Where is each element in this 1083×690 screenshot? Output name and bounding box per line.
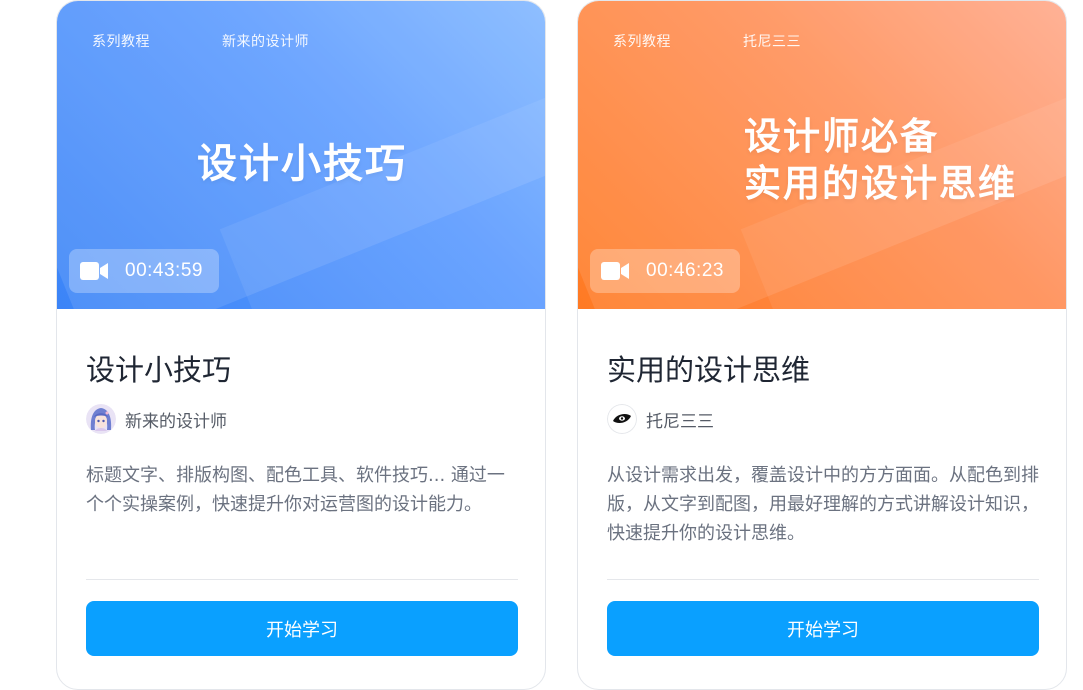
cover-author-tag: 新来的设计师 (222, 34, 309, 50)
cover-title-line: 设计师必备 (744, 115, 939, 158)
cover-title-line: 设计小技巧 (197, 141, 407, 187)
divider (86, 579, 518, 580)
cover-author-tag: 托尼三三 (743, 34, 801, 50)
author-row[interactable]: 新来的设计师 (86, 403, 227, 435)
author-avatar[interactable] (607, 404, 637, 434)
divider (607, 579, 1039, 580)
cover-title-line: 实用的设计思维 (744, 162, 1017, 205)
author-avatar[interactable] (86, 404, 116, 434)
duration-badge: 00:43:59 (69, 249, 219, 293)
anime-character-avatar-icon (86, 404, 116, 434)
course-description: 标题文字、排版构图、配色工具、软件技巧... 通过一个个实操案例，快速提升你对运… (86, 465, 505, 515)
cover-title: 设计小技巧 (57, 131, 545, 189)
video-camera-icon (601, 262, 629, 280)
course-card[interactable]: 系列教程 新来的设计师 设计小技巧 00:43:59 设计小技巧 新来的设计师 … (56, 0, 546, 690)
author-row[interactable]: 托尼三三 (607, 403, 714, 435)
duration-text: 00:46:23 (646, 260, 724, 281)
series-tag: 系列教程 (613, 34, 671, 50)
author-name[interactable]: 新来的设计师 (125, 407, 227, 432)
course-title[interactable]: 设计小技巧 (86, 347, 231, 389)
series-tag: 系列教程 (92, 34, 150, 50)
author-name[interactable]: 托尼三三 (646, 407, 714, 432)
course-description: 从设计需求出发，覆盖设计中的方方面面。从配色到排版，从文字到配图，用最好理解的方… (607, 465, 1039, 544)
course-card[interactable]: 系列教程 托尼三三 设计师必备 实用的设计思维 00:46:23 实用的设计思维 (577, 0, 1067, 690)
course-cover[interactable]: 系列教程 新来的设计师 设计小技巧 00:43:59 (57, 1, 545, 309)
start-learning-button[interactable]: 开始学习 (607, 601, 1039, 656)
course-cover[interactable]: 系列教程 托尼三三 设计师必备 实用的设计思维 00:46:23 (578, 1, 1066, 309)
video-camera-icon (80, 262, 108, 280)
cover-title: 设计师必备 实用的设计思维 (744, 113, 1017, 207)
course-title[interactable]: 实用的设计思维 (607, 347, 810, 389)
start-learning-button[interactable]: 开始学习 (86, 601, 518, 656)
eye-logo-avatar-icon (607, 404, 637, 434)
duration-badge: 00:46:23 (590, 249, 740, 293)
duration-text: 00:43:59 (125, 260, 203, 281)
